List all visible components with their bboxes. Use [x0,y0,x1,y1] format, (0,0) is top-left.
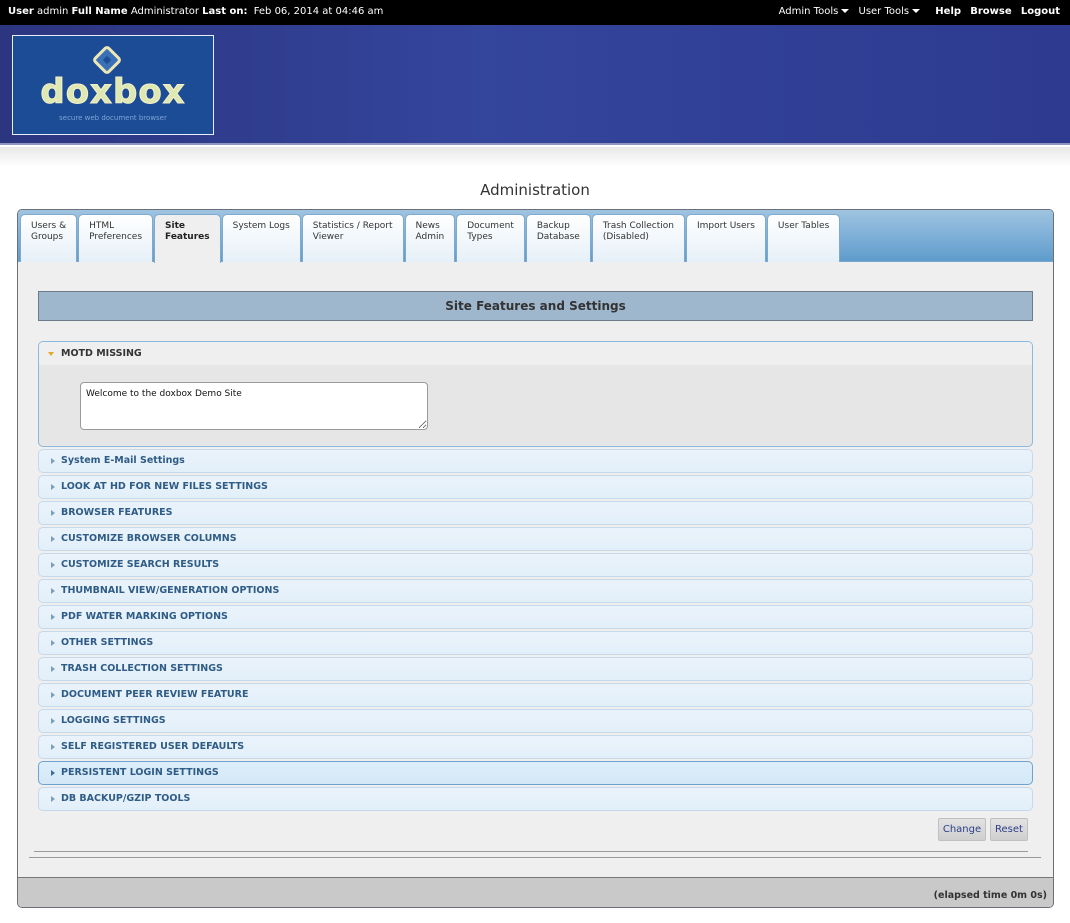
reset-button[interactable]: Reset [990,818,1028,841]
triangle-right-icon [51,666,55,672]
triangle-right-icon [51,692,55,698]
browse-link[interactable]: Browse [970,6,1011,17]
triangle-right-icon [51,718,55,724]
accordion-item[interactable]: PERSISTENT LOGIN SETTINGS [38,761,1033,785]
chevron-down-icon [841,9,850,13]
accordion-item-label: SELF REGISTERED USER DEFAULTS [61,741,245,752]
triangle-right-icon [51,770,55,776]
accordion-item[interactable]: System E-Mail Settings [38,449,1033,473]
divider [34,851,1028,852]
tab-backup-database[interactable]: Backup Database [525,214,591,262]
accordion-item[interactable]: SELF REGISTERED USER DEFAULTS [38,735,1033,759]
top-bar: User admin Full Name Administrator Last … [0,0,1070,25]
admin-tools-menu[interactable]: Admin Tools [779,6,850,17]
tab-html-preferences[interactable]: HTML Preferences [78,214,154,262]
triangle-right-icon [51,796,55,802]
logo-diamond-icon [91,44,123,76]
triangle-right-icon [51,484,55,490]
accordion-item[interactable]: DB BACKUP/GZIP TOOLS [38,787,1033,811]
accordion-item-label: PDF WATER MARKING OPTIONS [61,611,228,622]
triangle-right-icon [51,640,55,646]
accordion-item[interactable]: PDF WATER MARKING OPTIONS [38,605,1033,629]
tab-news-admin[interactable]: News Admin [404,214,456,262]
tab-site-features[interactable]: Site Features [154,214,221,263]
triangle-right-icon [51,458,55,464]
accordion-item-label: DOCUMENT PEER REVIEW FEATURE [61,689,249,700]
tab-users-groups[interactable]: Users & Groups [20,214,78,262]
accordion-item[interactable]: LOGGING SETTINGS [38,709,1033,733]
footer-bar: (elapsed time 0m 0s) [18,877,1053,907]
logout-link[interactable]: Logout [1021,6,1060,17]
motd-title: MOTD MISSING [61,348,142,359]
section-header: Site Features and Settings [38,291,1033,321]
fullname-value: Administrator [130,6,199,17]
doxbox-logo[interactable]: doxbox secure web document browser [12,35,214,135]
triangle-right-icon [51,588,55,594]
header-shadow [0,147,1070,167]
tab-bar: Users & Groups HTML Preferences Site Featu… [18,210,1053,263]
accordion-item-label: CUSTOMIZE SEARCH RESULTS [61,559,220,570]
session-info: User admin Full Name Administrator Last … [8,0,383,24]
accordion-item-label: THUMBNAIL VIEW/GENERATION OPTIONS [61,585,280,596]
triangle-right-icon [51,744,55,750]
tab-list: Users & Groups HTML Preferences Site Featu… [20,214,841,263]
accordion-item[interactable]: THUMBNAIL VIEW/GENERATION OPTIONS [38,579,1033,603]
user-tools-label: User Tools [858,6,910,17]
last-on-value: Feb 06, 2014 at 04:46 am [253,6,384,17]
change-button[interactable]: Change [938,818,986,841]
logo-tagline: secure web document browser [59,114,167,122]
admin-tools-label: Admin Tools [778,6,839,17]
triangle-right-icon [51,614,55,620]
fullname-label: Full Name [71,6,128,17]
tab-user-tables[interactable]: User Tables [766,214,841,262]
chevron-down-icon [912,9,921,13]
accordion-header-motd[interactable]: MOTD MISSING [39,342,1032,365]
accordion-item-label: OTHER SETTINGS [61,637,154,648]
motd-textarea[interactable] [80,382,428,430]
accordion-item[interactable]: OTHER SETTINGS [38,631,1033,655]
accordion-item[interactable]: BROWSER FEATURES [38,501,1033,525]
user-tools-menu[interactable]: User Tools [859,6,921,17]
accordion-item-label: CUSTOMIZE BROWSER COLUMNS [61,533,237,544]
user-value: admin [36,6,69,17]
help-link[interactable]: Help [935,6,961,17]
divider [29,857,1041,858]
accordion-item-label: PERSISTENT LOGIN SETTINGS [61,767,219,778]
accordion-item[interactable]: TRASH COLLECTION SETTINGS [38,657,1033,681]
elapsed-time: (elapsed time 0m 0s) [933,890,1047,901]
settings-accordion: MOTD MISSING System E-Mail Settings LOOK … [38,341,1033,813]
accordion-item-label: System E-Mail Settings [61,455,185,466]
accordion-item-label: LOGGING SETTINGS [61,715,166,726]
accordion-item-label: TRASH COLLECTION SETTINGS [61,663,223,674]
tab-import-users[interactable]: Import Users [685,214,766,262]
site-header: doxbox secure web document browser [0,25,1070,145]
tab-statistics-report-viewer[interactable]: Statistics / Report Viewer [301,214,404,262]
page-title: Administration [480,181,590,199]
user-label: User [8,6,34,17]
triangle-down-icon [48,352,54,356]
accordion-item[interactable]: CUSTOMIZE SEARCH RESULTS [38,553,1033,577]
accordion-item-label: LOOK AT HD FOR NEW FILES SETTINGS [61,481,268,492]
triangle-right-icon [51,510,55,516]
accordion-section-motd: MOTD MISSING [38,341,1033,447]
accordion-item[interactable]: CUSTOMIZE BROWSER COLUMNS [38,527,1033,551]
admin-panel: Users & Groups HTML Preferences Site Featu… [17,209,1054,908]
top-nav: Admin Tools User Tools Help Browse Logou… [773,0,1060,24]
tab-trash-collection-disabled[interactable]: Trash Collection (Disabled) [591,214,685,262]
accordion-item-label: BROWSER FEATURES [61,507,173,518]
tab-system-logs[interactable]: System Logs [221,214,301,262]
last-on-label: Last on: [202,6,248,17]
accordion-item[interactable]: DOCUMENT PEER REVIEW FEATURE [38,683,1033,707]
triangle-right-icon [51,536,55,542]
accordion-item-label: DB BACKUP/GZIP TOOLS [61,793,191,804]
triangle-right-icon [51,562,55,568]
tab-document-types[interactable]: Document Types [456,214,525,262]
accordion-item[interactable]: LOOK AT HD FOR NEW FILES SETTINGS [38,475,1033,499]
logo-wordmark: doxbox [40,72,186,113]
